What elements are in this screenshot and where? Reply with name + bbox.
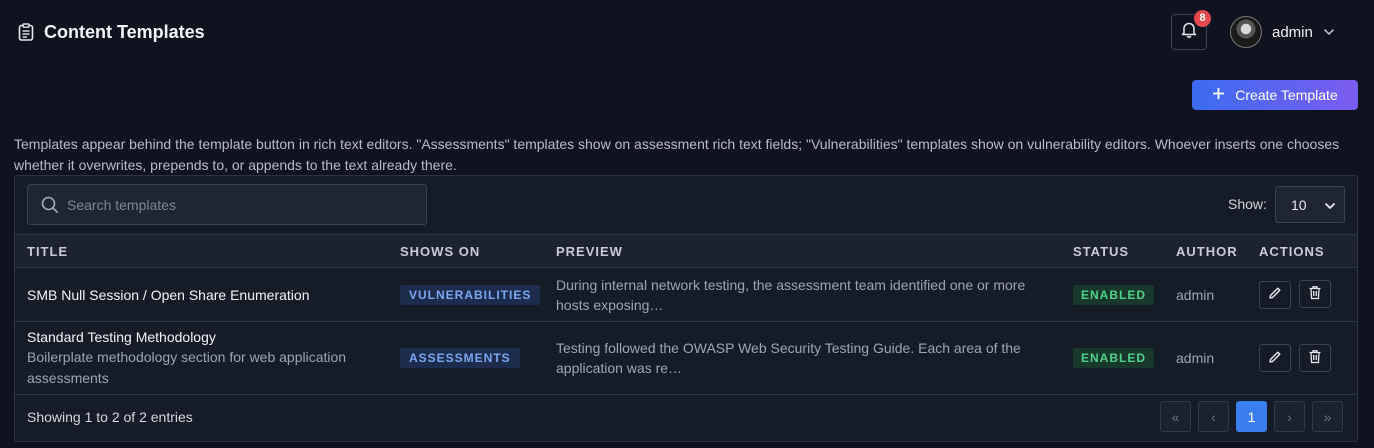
column-header-preview[interactable]: PREVIEW	[544, 234, 1061, 268]
top-header: Content Templates 8 admin	[0, 0, 1374, 64]
table-row[interactable]: SMB Null Session / Open Share Enumeratio…	[15, 267, 1357, 322]
template-preview: During internal network testing, the ass…	[544, 267, 1061, 322]
delete-button[interactable]	[1298, 280, 1331, 309]
pagination-first-button[interactable]: «	[1160, 401, 1191, 432]
shows-on-chip: VULNERABILITIES	[400, 284, 541, 305]
edit-button[interactable]	[1259, 280, 1291, 309]
template-author: admin	[1164, 267, 1247, 322]
template-preview: Testing followed the OWASP Web Security …	[544, 321, 1061, 395]
pagination-page-1[interactable]: 1	[1236, 401, 1267, 432]
create-template-button[interactable]: Create Template	[1192, 80, 1358, 110]
status-badge: ENABLED	[1073, 348, 1155, 368]
entries-summary: Showing 1 to 2 of 2 entries	[27, 409, 193, 425]
pagination: « ‹ 1 › »	[1160, 401, 1343, 432]
bell-icon	[1181, 21, 1197, 43]
page-size-value: 10	[1291, 196, 1307, 213]
pencil-icon	[1268, 350, 1282, 367]
pagination-last-button[interactable]: »	[1312, 401, 1343, 432]
cell-actions	[1247, 267, 1357, 322]
chevron-down-icon	[1323, 23, 1335, 41]
templates-panel: Show: 10 TITLE SHOWS ON PREVIEW STATUS A…	[14, 175, 1358, 442]
templates-table: TITLE SHOWS ON PREVIEW STATUS AUTHOR ACT…	[15, 234, 1357, 395]
table-header-row: TITLE SHOWS ON PREVIEW STATUS AUTHOR ACT…	[15, 234, 1357, 268]
cell-shows-on: ASSESSMENTS	[388, 321, 544, 395]
search-icon	[41, 196, 59, 214]
create-template-label: Create Template	[1235, 87, 1338, 103]
delete-button[interactable]	[1298, 343, 1331, 372]
page-size-select[interactable]: 10	[1275, 186, 1345, 223]
page-size-label: Show:	[1228, 196, 1267, 212]
column-header-actions: ACTIONS	[1247, 234, 1357, 268]
search-input[interactable]	[67, 196, 387, 213]
template-subtitle: Boilerplate methodology section for web …	[27, 349, 347, 386]
search-box[interactable]	[27, 184, 427, 225]
page-title: Content Templates	[18, 20, 205, 44]
column-header-author[interactable]: AUTHOR	[1164, 234, 1247, 268]
cell-status: ENABLED	[1061, 267, 1164, 322]
template-author: admin	[1164, 321, 1247, 395]
page-description: Templates appear behind the template but…	[14, 136, 1340, 173]
cell-shows-on: VULNERABILITIES	[388, 267, 544, 322]
user-menu[interactable]: admin	[1230, 16, 1335, 48]
table-row[interactable]: Standard Testing Methodology Boilerplate…	[15, 321, 1357, 395]
column-header-shows-on[interactable]: SHOWS ON	[388, 234, 544, 268]
page-title-text: Content Templates	[44, 21, 205, 42]
pagination-next-button[interactable]: ›	[1274, 401, 1305, 432]
column-header-title[interactable]: TITLE	[15, 234, 388, 268]
cell-status: ENABLED	[1061, 321, 1164, 395]
cell-title: Standard Testing Methodology Boilerplate…	[15, 321, 388, 395]
template-title: SMB Null Session / Open Share Enumeratio…	[27, 286, 310, 303]
username: admin	[1272, 23, 1313, 41]
column-header-status[interactable]: STATUS	[1061, 234, 1164, 268]
chevron-down-icon	[1324, 197, 1336, 213]
pencil-icon	[1268, 286, 1282, 303]
cell-actions	[1247, 321, 1357, 395]
pagination-prev-button[interactable]: ‹	[1198, 401, 1229, 432]
trash-icon	[1308, 285, 1322, 303]
edit-button[interactable]	[1259, 344, 1291, 373]
avatar	[1230, 16, 1262, 48]
notification-count-badge: 8	[1194, 10, 1211, 27]
cell-title: SMB Null Session / Open Share Enumeratio…	[15, 267, 388, 322]
clipboard-icon	[18, 23, 34, 41]
template-title: Standard Testing Methodology	[27, 329, 216, 345]
status-badge: ENABLED	[1073, 284, 1155, 305]
plus-icon	[1212, 87, 1225, 103]
trash-icon	[1308, 349, 1322, 367]
shows-on-chip: ASSESSMENTS	[400, 348, 520, 368]
